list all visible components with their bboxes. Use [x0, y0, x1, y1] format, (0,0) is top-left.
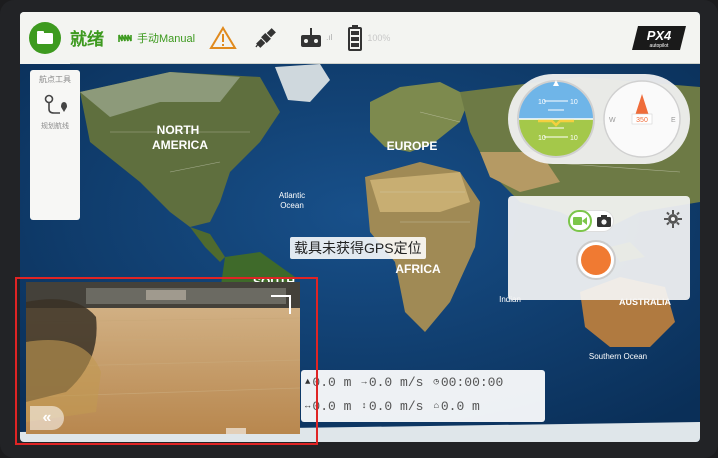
- home-button[interactable]: [20, 12, 70, 64]
- ground-speed-value: 0.0 m/s: [368, 374, 424, 390]
- photo-camera-icon: [597, 215, 611, 227]
- route-icon: [44, 94, 67, 114]
- ground-speed-cell: → 0.0 m/s: [361, 375, 423, 390]
- map-label-europe: EUROPE: [387, 139, 438, 153]
- flight-time-value: 00:00:00: [440, 374, 504, 390]
- telemetry-panel[interactable]: ▲ 0.0 m → 0.0 m/s ◷ 00:00:00 ↔ 0.0 m ↕ 0…: [301, 370, 545, 422]
- photo-mode-button[interactable]: [596, 212, 612, 230]
- map-label-africa: AFRICA: [395, 262, 441, 276]
- telemetry-row-2: ↔ 0.0 m ↕ 0.0 m/s ⌂ 0.0 m: [301, 394, 545, 418]
- record-button[interactable]: [576, 240, 616, 280]
- climb-speed-cell: ↕ 0.0 m/s: [361, 399, 423, 414]
- home-icon: ⌂: [433, 401, 439, 411]
- gear-icon: [664, 210, 682, 228]
- camera-panel: [508, 196, 690, 300]
- folder-icon: [29, 21, 61, 54]
- flight-mode-selector[interactable]: 手动Manual: [118, 30, 195, 46]
- svg-text:E: E: [671, 117, 676, 124]
- rc-indicator[interactable]: .ıl: [299, 27, 332, 49]
- map-label-north: NORTH: [157, 123, 200, 137]
- plan-route-label: 规划航线: [41, 123, 69, 130]
- vehicle-status[interactable]: 就绪: [70, 25, 104, 50]
- camera-settings-button[interactable]: [664, 210, 682, 228]
- svg-text:10: 10: [538, 135, 546, 142]
- px4-logo: PX4 autopilot: [632, 25, 686, 56]
- altitude-value: 0.0 m: [312, 374, 352, 390]
- home-distance-value: 0.0 m: [440, 398, 480, 414]
- video-mode-button[interactable]: [568, 210, 592, 232]
- battery-icon: [348, 24, 363, 51]
- top-toolbar: 就绪 手动Manual .ıl 100% PX4 autopilot: [20, 12, 700, 64]
- climb-speed-value: 0.0 m/s: [368, 398, 424, 414]
- gps-indicator[interactable]: [253, 25, 283, 51]
- wave-icon: [118, 34, 132, 42]
- record-dot: [581, 245, 611, 275]
- svg-text:10: 10: [570, 135, 578, 142]
- plan-tool-panel: 航点工具 规划航线: [30, 70, 80, 220]
- telemetry-row-1: ▲ 0.0 m → 0.0 m/s ◷ 00:00:00: [301, 370, 545, 394]
- svg-text:PX4: PX4: [647, 28, 672, 43]
- map-label-southern-ocean: Southern Ocean: [589, 352, 647, 361]
- warning-indicator[interactable]: [209, 25, 237, 50]
- map-label-atlantic: Atlantic: [279, 191, 305, 200]
- remote-control-icon: [301, 27, 322, 47]
- distance-value: 0.0 m: [312, 398, 352, 414]
- instrument-panel[interactable]: 10 10 10 10 350 W E: [508, 74, 690, 164]
- svg-text:10: 10: [538, 99, 546, 106]
- compass-rose: 350 W E: [603, 80, 681, 158]
- battery-indicator[interactable]: 100%: [348, 24, 391, 51]
- flight-mode-label: 手动Manual: [137, 32, 196, 45]
- battery-percent: 100%: [367, 32, 391, 43]
- map-label-atlantic-ocean: Ocean: [280, 201, 304, 210]
- climb-icon: ↕: [361, 401, 367, 411]
- speed-icon: →: [361, 377, 367, 387]
- video-camera-icon: [573, 217, 587, 225]
- attitude-compass: 10 10 10 10 350 W E: [517, 80, 681, 158]
- satellite-icon: [255, 27, 276, 48]
- warning-icon: [209, 25, 237, 49]
- plan-route-button[interactable]: 规划航线: [41, 93, 69, 131]
- rc-signal-text: .ıl: [326, 33, 333, 42]
- map-label-america: AMERICA: [152, 138, 208, 152]
- clock-icon: ◷: [433, 377, 439, 387]
- plan-tool-title: 航点工具: [39, 75, 71, 84]
- home-distance-cell: ⌂ 0.0 m: [433, 399, 479, 414]
- flight-time-cell: ◷ 00:00:00: [433, 375, 503, 390]
- heading-value: 350: [636, 117, 648, 124]
- highlight-frame: [15, 277, 318, 445]
- svg-text:autopilot: autopilot: [650, 43, 670, 49]
- px4-logo-mark: PX4 autopilot: [632, 26, 686, 50]
- svg-text:W: W: [609, 117, 616, 124]
- gps-status-message: 载具未获得GPS定位: [290, 237, 426, 259]
- svg-text:10: 10: [570, 99, 578, 106]
